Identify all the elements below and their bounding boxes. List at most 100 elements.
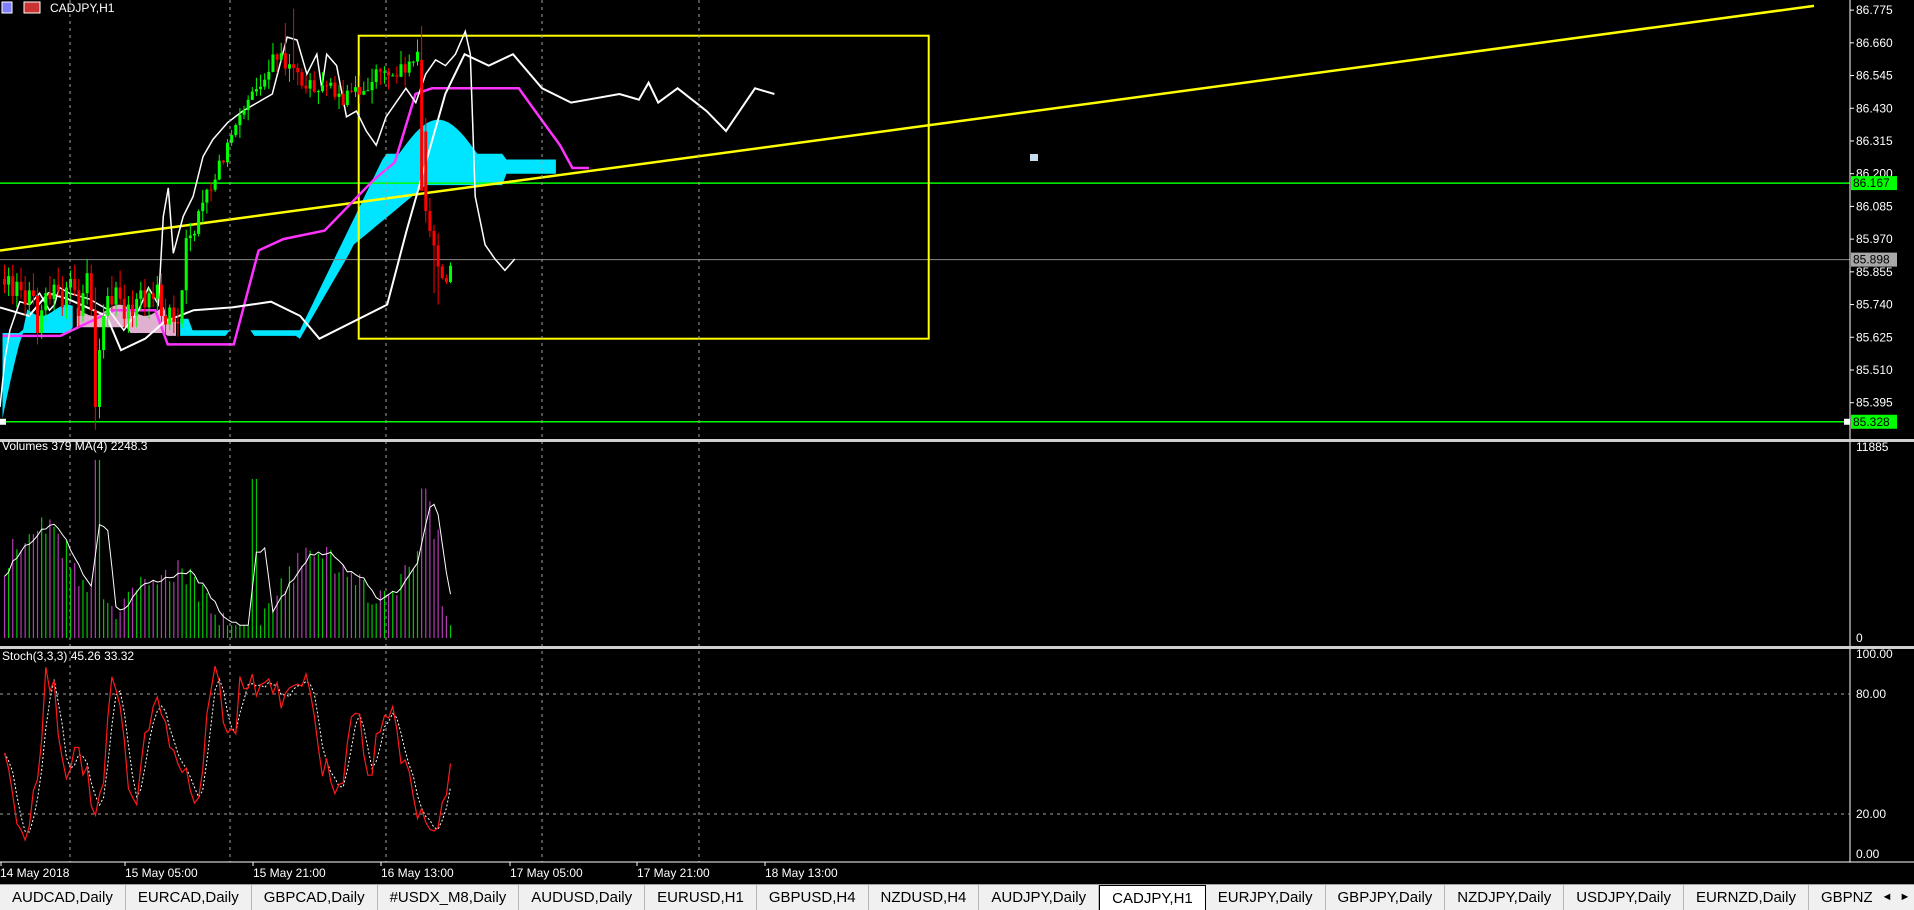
candle-body (143, 290, 147, 308)
candle-body (131, 304, 135, 316)
candle-body (366, 90, 370, 92)
chart-tab-cadjpy-h1[interactable]: CADJPY,H1 (1099, 885, 1206, 910)
candle-body (197, 211, 201, 234)
candle-body (395, 75, 399, 77)
candle-body (325, 85, 329, 87)
candle-body (374, 69, 378, 83)
candle-body (300, 72, 304, 86)
hline-anchor (0, 418, 6, 425)
price-tick-label: 86.545 (1856, 69, 1893, 83)
candle-body (411, 61, 415, 63)
candle-body (97, 350, 101, 407)
time-tick-label: 17 May 05:00 (510, 866, 583, 880)
chart-tab-bar: AUDCAD,Daily EURCAD,Daily GBPCAD,Daily #USD… (0, 884, 1914, 910)
candle-body (93, 310, 97, 407)
candle-body (316, 91, 320, 93)
candle-body (188, 235, 192, 239)
candle-body (19, 281, 23, 291)
stochastic-panel (0, 665, 1850, 842)
candle-body (420, 59, 424, 191)
hline-lower-tag: 85.328 (1853, 415, 1890, 429)
time-tick-label: 17 May 21:00 (637, 866, 710, 880)
stoch-indicator-label: Stoch(3,3,3) 45.26 33.32 (2, 649, 134, 663)
candle-body (370, 82, 374, 91)
candle-body (44, 293, 48, 311)
chart-tab-usdjpy-daily[interactable]: USDJPY,Daily (1564, 885, 1684, 910)
candle-body (275, 54, 279, 60)
candle-body (271, 54, 275, 72)
chart-tab-audusd-daily[interactable]: AUDUSD,Daily (519, 885, 646, 910)
panel-separator (0, 646, 1914, 649)
candle-body (337, 93, 341, 97)
candle-body (308, 80, 312, 89)
candle-body (387, 71, 391, 76)
price-tick-label: 85.970 (1856, 232, 1893, 246)
chart-tab-gbpjpy-daily[interactable]: GBPJPY,Daily (1326, 885, 1446, 910)
trendline (0, 4, 1815, 252)
candle-body (399, 64, 403, 77)
candle-body (416, 51, 419, 62)
chart-tab-eurjpy-daily[interactable]: EURJPY,Daily (1206, 885, 1326, 910)
candle-body (15, 281, 19, 297)
candle-body (151, 293, 155, 299)
candle-body (73, 278, 77, 291)
candle-body (7, 276, 11, 285)
candle-body (118, 287, 122, 299)
stoch-signal-line (4, 677, 451, 833)
chart-tab-eurcad-daily[interactable]: EURCAD,Daily (126, 885, 252, 910)
candle-body (64, 287, 68, 308)
tab-scroll-right-icon[interactable]: ► (1896, 886, 1914, 908)
candle-body (424, 131, 428, 212)
candle-body (102, 315, 106, 351)
chart-tab-eurnzd-daily[interactable]: EURNZD,Daily (1684, 885, 1809, 910)
candle-body (263, 79, 267, 87)
candle-body (312, 80, 316, 92)
chart-tab-gbpcad-daily[interactable]: GBPCAD,Daily (252, 885, 378, 910)
candle-body (321, 85, 325, 92)
current-price-tag: 85.898 (1853, 253, 1890, 267)
price-tick-label: 86.775 (1856, 3, 1893, 17)
candle-body (135, 298, 139, 316)
candle-body (147, 293, 151, 308)
chart-tab-nzdjpy-daily[interactable]: NZDJPY,Daily (1445, 885, 1565, 910)
candle-body (77, 290, 81, 316)
chart-tab-gbpusd-h4[interactable]: GBPUSD,H4 (757, 885, 869, 910)
chart-tab-usdx-m8-daily[interactable]: #USDX_M8,Daily (378, 885, 520, 910)
main-price-panel (0, 4, 1850, 430)
chart-tab-nzdusd-h4[interactable]: NZDUSD,H4 (869, 885, 980, 910)
price-tick-label: 85.855 (1856, 265, 1893, 279)
candle-body (428, 211, 432, 231)
hline-upper-tag: 86.167 (1853, 176, 1890, 190)
chart-tab-audcad-daily[interactable]: AUDCAD,Daily (0, 885, 126, 910)
candle-body (341, 93, 345, 106)
price-tick-label: 86.660 (1856, 36, 1893, 50)
volume-scale-bottom: 0 (1856, 631, 1863, 645)
volume-scale-top: 11885 (1856, 440, 1889, 454)
chart-area[interactable]: 86.77586.66086.54586.43086.31586.20086.0… (0, 0, 1914, 884)
chart-tab-eurusd-h1[interactable]: EURUSD,H1 (645, 885, 757, 910)
candle-body (250, 91, 254, 100)
volume-indicator-label: Volumes 379 MA(4) 2248.3 (2, 439, 148, 453)
hline-anchor (1844, 418, 1850, 425)
candle-body (31, 290, 35, 297)
rectangle-object (357, 34, 930, 340)
tab-scroll-left-icon[interactable]: ◄ (1878, 886, 1896, 908)
kumo-end-marker (1030, 154, 1038, 161)
flag-icon (23, 1, 41, 14)
chart-tab-audjpy-daily[interactable]: AUDJPY,Daily (979, 885, 1100, 910)
price-tick-label: 85.625 (1856, 330, 1893, 344)
price-tick-label: 86.430 (1856, 101, 1893, 115)
candle-body (27, 290, 31, 305)
price-tick-label: 85.740 (1856, 298, 1893, 312)
candle-body (449, 265, 453, 282)
candle-body (48, 293, 52, 299)
candle-body (172, 307, 176, 322)
candle-body (23, 290, 27, 305)
candle-body (246, 99, 250, 111)
stoch-level-label: 0.00 (1856, 847, 1880, 861)
candle-body (52, 284, 56, 299)
candle-body (159, 284, 163, 316)
time-tick-label: 16 May 13:00 (381, 866, 454, 880)
candle-body (444, 278, 448, 282)
candle-body (283, 53, 287, 69)
